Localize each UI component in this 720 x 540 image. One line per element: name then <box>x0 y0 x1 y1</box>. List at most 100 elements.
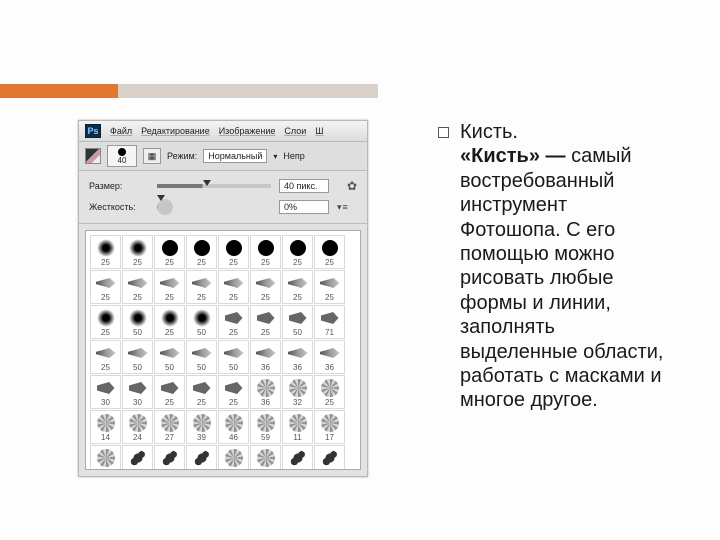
brush-preset[interactable]: 25 <box>122 235 153 269</box>
brush-preset[interactable]: 25 <box>282 270 313 304</box>
brush-preset[interactable]: 14 <box>90 410 121 444</box>
brush-preset[interactable]: 50 <box>186 305 217 339</box>
brush-preset[interactable]: 50 <box>218 340 249 374</box>
accent-tan <box>118 84 378 98</box>
brush-preset[interactable]: 25 <box>218 270 249 304</box>
brush-thumb-icon <box>256 238 276 258</box>
brush-preset[interactable]: 36 <box>282 340 313 374</box>
brush-preset[interactable]: 25 <box>314 270 345 304</box>
brush-size-label: 59 <box>261 434 270 442</box>
brush-thumb-icon <box>320 413 340 433</box>
brush-thumb-icon <box>224 238 244 258</box>
brush-preset[interactable]: 25 <box>250 305 281 339</box>
size-label: Размер: <box>89 181 149 191</box>
menu-more[interactable]: Ш <box>315 126 323 136</box>
brush-preset[interactable]: 25 <box>218 375 249 409</box>
brush-preset[interactable]: 25 <box>154 375 185 409</box>
menu-file[interactable]: Файл <box>110 126 132 136</box>
brush-preset[interactable]: 30 <box>90 375 121 409</box>
brush-preset[interactable]: 36 <box>122 445 153 470</box>
brush-size-label: 32 <box>293 399 302 407</box>
brush-preset[interactable]: 25 <box>154 270 185 304</box>
brush-preset[interactable]: 25 <box>154 305 185 339</box>
brush-preset[interactable]: 36 <box>250 375 281 409</box>
size-slider[interactable] <box>157 184 271 188</box>
brush-preset[interactable]: 17 <box>314 410 345 444</box>
brush-thumb-icon <box>160 378 180 398</box>
brush-thumb-icon <box>192 308 212 328</box>
brush-preset[interactable]: 25 <box>90 235 121 269</box>
brush-size-label: 36 <box>261 364 270 372</box>
brush-thumb-icon <box>320 343 340 363</box>
brush-thumb-icon <box>128 273 148 293</box>
brush-preset[interactable]: 25 <box>218 235 249 269</box>
brush-preset[interactable]: 26 <box>250 445 281 470</box>
brush-preset[interactable]: 25 <box>90 340 121 374</box>
brush-thumb-icon <box>192 448 212 468</box>
brush-size-label: 25 <box>101 364 110 372</box>
menu-image[interactable]: Изображение <box>219 126 276 136</box>
hardness-field[interactable]: 0% <box>279 200 329 214</box>
brush-preset[interactable]: 24 <box>122 410 153 444</box>
brush-preset[interactable]: 25 <box>154 235 185 269</box>
brush-preset[interactable]: 59 <box>250 410 281 444</box>
brush-size-label: 17 <box>325 434 334 442</box>
brush-preset[interactable]: 50 <box>186 340 217 374</box>
brush-grid[interactable]: 2525252525252525252525252525252525502550… <box>85 230 361 470</box>
brush-size-label: 50 <box>229 364 238 372</box>
brush-thumb-icon <box>128 238 148 258</box>
brush-preset[interactable]: 11 <box>282 410 313 444</box>
brush-preset[interactable]: 32 <box>282 375 313 409</box>
brush-thumb-icon <box>128 308 148 328</box>
brush-preset[interactable]: 25 <box>282 235 313 269</box>
brush-thumb-icon <box>224 448 244 468</box>
brush-thumb-icon <box>96 448 116 468</box>
brush-preset[interactable]: 33 <box>282 445 313 470</box>
brush-preset[interactable]: 25 <box>250 235 281 269</box>
brush-preset[interactable]: 25 <box>314 235 345 269</box>
ps-options-bar: 40 ▦ Режим: Нормальный ▾ Непр <box>79 142 367 171</box>
menu-layers[interactable]: Слои <box>284 126 306 136</box>
brush-preset[interactable]: 25 <box>122 270 153 304</box>
brush-thumb-icon <box>288 238 308 258</box>
brush-tool-icon[interactable] <box>85 148 101 164</box>
mode-select[interactable]: Нормальный <box>203 149 267 163</box>
brush-thumb-icon <box>192 343 212 363</box>
brush-preset[interactable]: 25 <box>90 270 121 304</box>
brush-preset[interactable]: 25 <box>186 235 217 269</box>
brush-preset[interactable]: 25 <box>90 305 121 339</box>
hardness-slider[interactable] <box>157 199 173 215</box>
brush-preset[interactable]: 39 <box>186 410 217 444</box>
brush-preset[interactable]: 36 <box>314 340 345 374</box>
brush-preset[interactable]: 27 <box>154 410 185 444</box>
brush-preset[interactable]: 50 <box>282 305 313 339</box>
brush-preset[interactable]: 36 <box>250 340 281 374</box>
brush-preset[interactable]: 25 <box>218 305 249 339</box>
brush-preset[interactable]: 25 <box>186 375 217 409</box>
brush-panel-toggle-icon[interactable]: ▦ <box>143 148 161 164</box>
brush-dot-icon <box>118 148 126 156</box>
menu-edit[interactable]: Редактирование <box>141 126 210 136</box>
size-field[interactable]: 40 пикс. <box>279 179 329 193</box>
brush-preset[interactable]: 44 <box>154 445 185 470</box>
brush-preset[interactable]: 50 <box>154 340 185 374</box>
brush-preset[interactable]: 46 <box>218 410 249 444</box>
brush-preset[interactable]: 23 <box>90 445 121 470</box>
brush-preset[interactable]: 50 <box>122 340 153 374</box>
chevron-down-icon[interactable]: ▾ <box>273 152 277 161</box>
hardness-label: Жесткость: <box>89 202 149 212</box>
brush-preset[interactable]: 42 <box>314 445 345 470</box>
brush-preset[interactable]: 71 <box>314 305 345 339</box>
brush-preset[interactable]: 14 <box>218 445 249 470</box>
brush-preset[interactable]: 60 <box>186 445 217 470</box>
brush-preset[interactable]: 25 <box>314 375 345 409</box>
brush-preset-chip[interactable]: 40 <box>107 145 137 167</box>
panel-menu-icon[interactable]: ▾≡ <box>337 202 357 213</box>
brush-size-label: 39 <box>197 434 206 442</box>
brush-preset[interactable]: 25 <box>186 270 217 304</box>
brush-preset[interactable]: 25 <box>250 270 281 304</box>
brush-preset[interactable]: 30 <box>122 375 153 409</box>
gear-icon[interactable]: ✿ <box>337 179 357 193</box>
brush-size-label: 25 <box>165 294 174 302</box>
brush-preset[interactable]: 50 <box>122 305 153 339</box>
